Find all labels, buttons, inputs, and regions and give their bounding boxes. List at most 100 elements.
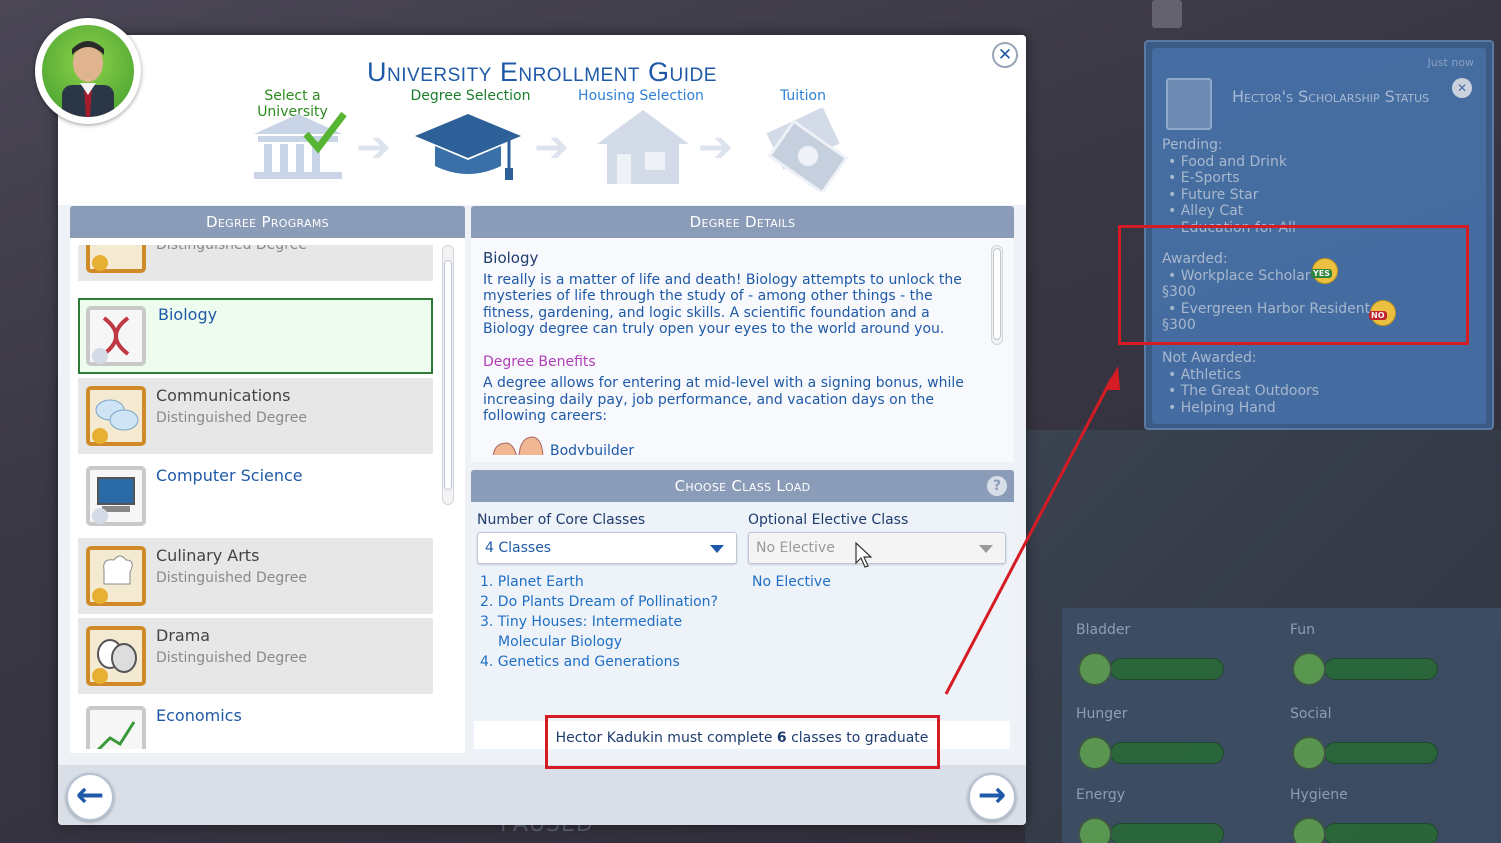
avatar-portrait xyxy=(42,25,134,117)
class-item: 2. Do Plants Dream of Pollination? xyxy=(480,594,718,610)
degree-item-economics[interactable]: Economics xyxy=(78,698,433,749)
step-degree-selection[interactable]: Degree Selection xyxy=(408,88,533,104)
degree-diploma-icon xyxy=(86,245,146,273)
notification-title: Hector's Scholarship Status xyxy=(1232,87,1430,106)
class-load-header: Choose Class Load xyxy=(471,470,1014,502)
benefits-text: A degree allows for entering at mid-leve… xyxy=(483,375,964,424)
notification-close-button[interactable]: ✕ xyxy=(1452,78,1472,98)
sim-avatar[interactable] xyxy=(35,18,141,124)
dialog-footer: ← → xyxy=(58,765,1026,825)
pending-item: • Alley Cat xyxy=(1168,203,1244,219)
not-awarded-section: Not Awarded: • Athletics • The Great Out… xyxy=(1162,350,1319,416)
pending-section: Pending: • Food and Drink • E-Sports • F… xyxy=(1162,137,1296,236)
need-social[interactable]: Social xyxy=(1276,692,1486,774)
step-arrow-icon: ➔ xyxy=(534,122,570,171)
hunger-icon xyxy=(1078,736,1112,770)
benefits-title: Degree Benefits xyxy=(483,353,596,370)
step-label: Tuition xyxy=(779,88,826,104)
not-awarded-item: • Athletics xyxy=(1168,366,1242,383)
step-progress: Select a University ➔ Degree Selection ➔… xyxy=(58,88,1026,198)
step-arrow-icon: ➔ xyxy=(356,122,392,171)
annotation-box-graduation xyxy=(545,715,940,769)
communications-diploma-icon xyxy=(86,386,146,446)
need-hunger[interactable]: Hunger xyxy=(1062,692,1272,774)
annotation-arrow-icon xyxy=(944,366,1120,695)
degree-item[interactable]: Distinguished Degree xyxy=(78,245,433,281)
need-label: Energy xyxy=(1076,787,1126,803)
elective-class-value: No Elective xyxy=(756,540,835,556)
social-icon xyxy=(1292,736,1326,770)
degree-subtitle: Distinguished Degree xyxy=(156,650,307,666)
elective-class-item: No Elective xyxy=(752,574,831,590)
scrollbar-thumb[interactable] xyxy=(444,260,452,490)
chevron-down-icon xyxy=(710,545,724,553)
need-label: Hygiene xyxy=(1290,787,1348,803)
elective-class-label: Optional Elective Class xyxy=(748,512,909,528)
degree-details-text: Biology It really is a matter of life an… xyxy=(483,250,973,425)
university-building-icon xyxy=(254,111,347,179)
back-button[interactable]: ← xyxy=(66,773,114,821)
need-bar xyxy=(1324,658,1438,680)
fun-icon xyxy=(1292,652,1326,686)
step-housing-selection[interactable]: Housing Selection xyxy=(576,88,706,104)
degree-list-scrollbar[interactable] xyxy=(442,245,454,505)
not-awarded-label: Not Awarded: xyxy=(1162,350,1257,366)
class-item: 4. Genetics and Generations xyxy=(480,654,680,670)
need-label: Fun xyxy=(1290,622,1316,638)
step-tuition[interactable]: Tuition xyxy=(758,88,848,104)
degree-subtitle: Distinguished Degree xyxy=(156,410,307,426)
bodybuilder-icon xyxy=(492,436,544,455)
pending-item: • Food and Drink xyxy=(1168,153,1287,170)
degree-item-communications[interactable]: Communications Distinguished Degree xyxy=(78,378,433,454)
annotation-box-awarded xyxy=(1118,225,1469,345)
graduation-cap-icon xyxy=(415,114,521,180)
class-item: 3. Tiny Houses: Intermediate Molecular B… xyxy=(480,614,683,650)
degree-programs-header: Degree Programs xyxy=(70,206,465,238)
clipboard-icon xyxy=(1166,78,1212,130)
money-icon xyxy=(766,108,849,192)
degree-list: Distinguished Degree Biology Communicati… xyxy=(70,245,448,749)
close-button[interactable]: ✕ xyxy=(992,42,1018,68)
need-hygiene[interactable]: Hygiene xyxy=(1276,773,1486,843)
scrollbar-thumb[interactable] xyxy=(993,248,1001,340)
need-bar xyxy=(1324,742,1438,764)
mouse-cursor-icon xyxy=(855,541,873,568)
need-fun[interactable]: Fun xyxy=(1276,608,1486,690)
trash-icon xyxy=(1152,0,1182,28)
career-row: Bodybuilder xyxy=(483,425,988,455)
core-classes-dropdown[interactable]: 4 Classes xyxy=(477,532,737,564)
next-button[interactable]: → xyxy=(968,773,1016,821)
degree-item-computer-science[interactable]: Computer Science xyxy=(78,458,433,534)
needs-panel: Bladder Fun Hunger Social Energy Hygiene xyxy=(1062,608,1501,843)
need-energy[interactable]: Energy xyxy=(1062,773,1272,843)
drama-diploma-icon xyxy=(86,626,146,686)
energy-icon xyxy=(1078,817,1112,843)
house-icon xyxy=(597,110,689,184)
degree-subtitle: Distinguished Degree xyxy=(156,245,307,253)
economics-diploma-icon xyxy=(86,706,146,749)
degree-subtitle: Distinguished Degree xyxy=(156,570,307,586)
culinary-arts-diploma-icon xyxy=(86,546,146,606)
degree-item-drama[interactable]: Drama Distinguished Degree xyxy=(78,618,433,694)
core-classes-value: 4 Classes xyxy=(485,540,552,556)
step-arrow-icon: ➔ xyxy=(698,122,734,171)
degree-name: Biology xyxy=(158,305,218,324)
pending-label: Pending: xyxy=(1162,137,1223,153)
hygiene-icon xyxy=(1292,817,1326,843)
details-scrollbar[interactable] xyxy=(991,245,1003,345)
need-bar xyxy=(1110,742,1224,764)
degree-name: Economics xyxy=(156,706,242,725)
need-bar xyxy=(1110,658,1224,680)
need-bar xyxy=(1110,823,1224,843)
need-label: Hunger xyxy=(1076,706,1128,722)
notification-time: Just now xyxy=(1427,56,1474,69)
degree-item-culinary-arts[interactable]: Culinary Arts Distinguished Degree xyxy=(78,538,433,614)
pending-item: • E-Sports xyxy=(1168,170,1240,186)
degree-item-biology[interactable]: Biology xyxy=(78,298,433,374)
step-label: Housing Selection xyxy=(578,88,704,104)
details-description: It really is a matter of life and death!… xyxy=(483,271,962,338)
not-awarded-item: • The Great Outdoors xyxy=(1168,383,1320,399)
biology-diploma-icon xyxy=(86,306,146,366)
core-class-list: 1. Planet Earth 2. Do Plants Dream of Po… xyxy=(480,572,750,672)
degree-name: Computer Science xyxy=(156,466,303,485)
